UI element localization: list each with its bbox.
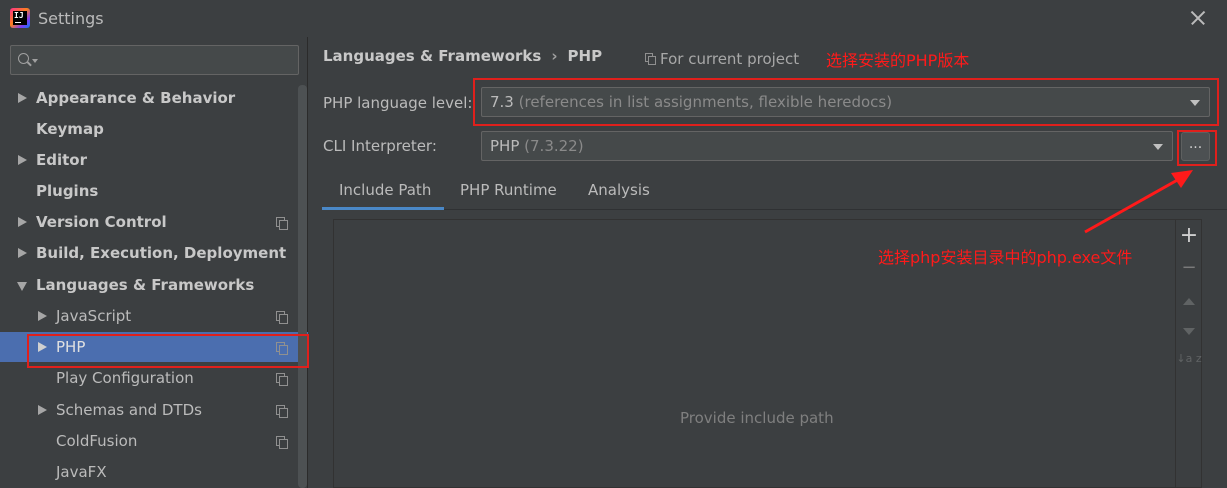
scope-label: For current project: [660, 50, 800, 68]
annotation-text-select-exe: 选择php安装目录中的php.exe文件: [878, 248, 1133, 267]
breadcrumb-item[interactable]: Languages & Frameworks: [323, 47, 541, 65]
project-scope-icon: [276, 217, 288, 230]
empty-state-text: Provide include path: [680, 409, 834, 427]
cli-interpreter-select[interactable]: PHP (7.3.22): [481, 131, 1173, 161]
expand-arrow-icon[interactable]: [18, 248, 27, 258]
browse-interpreter-button[interactable]: ...: [1181, 132, 1210, 161]
expand-arrow-icon[interactable]: [38, 405, 47, 415]
php-language-level-label: PHP language level:: [323, 94, 473, 112]
title-bar: IJ Settings: [0, 0, 1227, 37]
settings-sidebar: Appearance & Behavior Keymap Editor Plug…: [0, 37, 308, 488]
search-input[interactable]: [43, 49, 293, 71]
expand-arrow-icon[interactable]: [38, 311, 47, 321]
project-scope-icon: [276, 405, 288, 418]
search-icon[interactable]: [18, 53, 29, 64]
sidebar-item-coldfusion[interactable]: ColdFusion: [0, 426, 308, 456]
move-down-icon[interactable]: [1176, 318, 1202, 344]
breadcrumb-item: PHP: [567, 47, 603, 65]
expand-arrow-icon[interactable]: [38, 342, 47, 352]
project-scope-icon: [276, 342, 288, 355]
sidebar-item-languages-frameworks[interactable]: Languages & Frameworks: [0, 270, 308, 300]
sidebar-item-appearance-behavior[interactable]: Appearance & Behavior: [0, 83, 308, 113]
sidebar-item-schemas-dtds[interactable]: Schemas and DTDs: [0, 395, 308, 425]
search-box[interactable]: [10, 45, 299, 75]
cli-interpreter-label: CLI Interpreter:: [323, 137, 437, 155]
cli-interpreter-version: (7.3.22): [524, 137, 584, 155]
tab-php-runtime[interactable]: PHP Runtime: [460, 175, 557, 210]
sidebar-item-label: Version Control: [36, 213, 167, 231]
chevron-down-icon[interactable]: [1190, 100, 1200, 106]
language-level-value: 7.3: [490, 93, 514, 111]
sidebar-item-play-configuration[interactable]: Play Configuration: [0, 363, 308, 393]
sidebar-item-javascript[interactable]: JavaScript: [0, 301, 308, 331]
sidebar-item-label: ColdFusion: [56, 432, 138, 450]
expand-arrow-icon[interactable]: [18, 93, 27, 103]
breadcrumb-separator: ›: [551, 47, 558, 65]
intellij-app-icon: IJ: [10, 8, 30, 28]
chevron-down-icon[interactable]: [32, 59, 38, 63]
sidebar-item-label: Languages & Frameworks: [36, 276, 255, 294]
remove-icon[interactable]: −: [1176, 255, 1202, 281]
expand-arrow-icon[interactable]: [18, 217, 27, 227]
chevron-down-icon[interactable]: [1153, 144, 1163, 150]
sidebar-item-php[interactable]: PHP: [0, 332, 308, 362]
move-up-icon[interactable]: [1176, 287, 1202, 313]
sidebar-item-label: PHP: [56, 338, 86, 356]
sidebar-item-label: Schemas and DTDs: [56, 401, 202, 419]
tab-include-path[interactable]: Include Path: [322, 175, 444, 210]
sidebar-item-keymap[interactable]: Keymap: [0, 114, 308, 144]
project-scope-icon: [276, 373, 288, 386]
cli-interpreter-value: PHP: [490, 137, 520, 155]
language-level-description: (references in list assignments, flexibl…: [518, 93, 893, 111]
sidebar-item-build-execution-deployment[interactable]: Build, Execution, Deployment: [0, 238, 308, 268]
sidebar-item-label: Plugins: [36, 182, 99, 200]
sidebar-item-label: Editor: [36, 151, 87, 169]
sidebar-item-version-control[interactable]: Version Control: [0, 207, 308, 237]
list-toolbar: + − ↓a z: [1176, 219, 1202, 488]
project-scope-icon: [276, 436, 288, 449]
sidebar-item-label: Build, Execution, Deployment: [36, 244, 287, 262]
sidebar-item-label: Play Configuration: [56, 369, 194, 387]
annotation-arrow-icon: [1084, 170, 1193, 234]
sidebar-item-editor[interactable]: Editor: [0, 145, 308, 175]
annotation-text-select-version: 选择安装的PHP版本: [826, 51, 970, 70]
sidebar-item-label: Keymap: [36, 120, 104, 138]
sort-icon[interactable]: ↓a z: [1176, 352, 1202, 378]
php-language-level-select[interactable]: 7.3 (references in list assignments, fle…: [481, 87, 1210, 117]
breadcrumb: Languages & Frameworks › PHP: [323, 47, 602, 65]
sidebar-item-label: JavaScript: [56, 307, 132, 325]
collapse-arrow-icon[interactable]: [17, 282, 27, 291]
expand-arrow-icon[interactable]: [18, 155, 27, 165]
sidebar-item-label: JavaFX: [56, 463, 107, 481]
sidebar-item-label: Appearance & Behavior: [36, 89, 236, 107]
project-scope-icon: [645, 53, 656, 65]
sidebar-scrollbar[interactable]: [298, 85, 307, 488]
window-title: Settings: [38, 9, 104, 28]
project-scope-icon: [276, 311, 288, 324]
sidebar-item-plugins[interactable]: Plugins: [0, 176, 308, 206]
close-icon[interactable]: [1186, 6, 1210, 30]
sidebar-item-javafx[interactable]: JavaFX: [0, 457, 308, 487]
tab-analysis[interactable]: Analysis: [588, 175, 650, 210]
